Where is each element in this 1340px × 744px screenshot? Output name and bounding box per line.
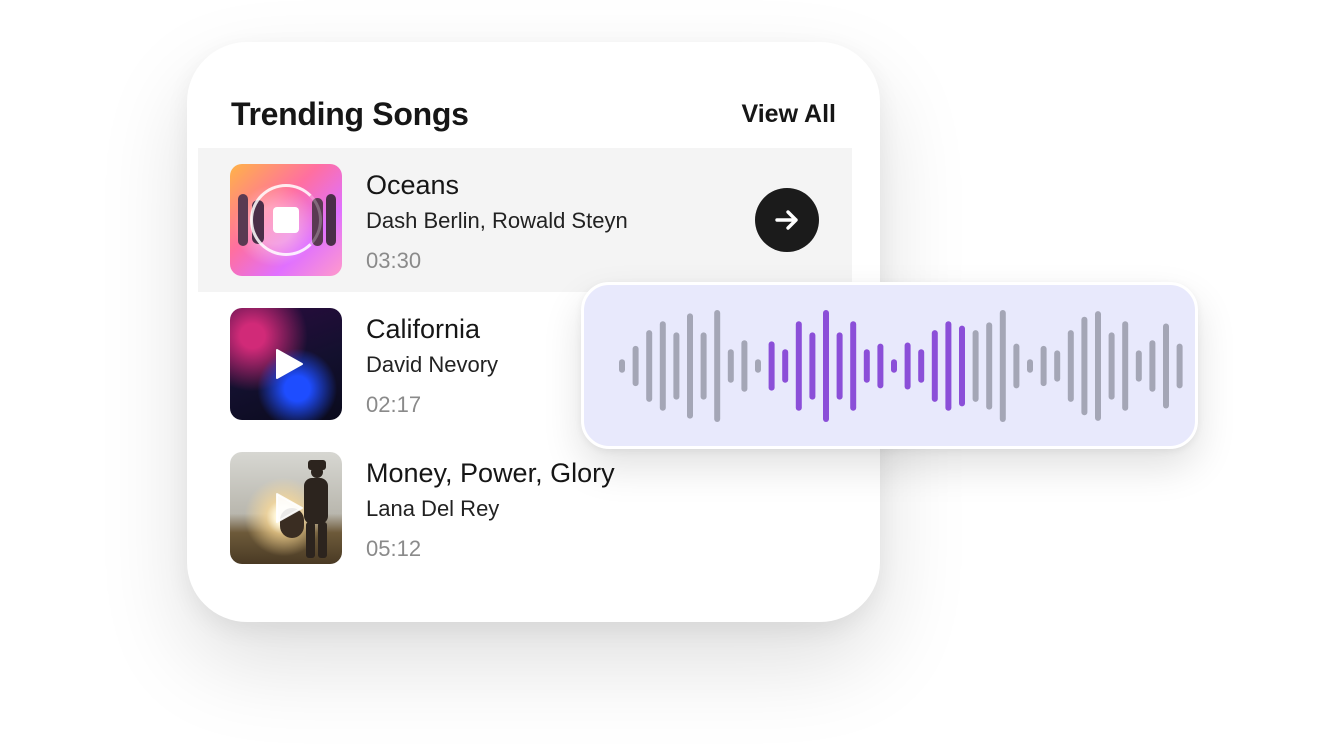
waveform-bar: [850, 321, 857, 411]
waveform-bar: [986, 322, 993, 410]
waveform-bar: [687, 313, 693, 419]
waveform-bar: [836, 332, 843, 400]
waveform-bar: [1176, 343, 1183, 389]
song-duration: 05:12: [366, 536, 422, 561]
song-row[interactable]: Money, Power, Glory Lana Del Rey 05:12: [198, 436, 852, 580]
waveform-bar: [700, 332, 707, 400]
waveform-bar: [823, 310, 829, 422]
waveform-bar: [877, 343, 884, 389]
waveform-bar: [659, 321, 666, 411]
waveform-bar: [1067, 330, 1074, 402]
song-artist: David Nevory: [366, 352, 499, 377]
album-art: [230, 308, 342, 420]
waveform-bar: [795, 321, 802, 411]
waveform-bar: [1054, 350, 1061, 382]
card-header: Trending Songs View All: [231, 94, 836, 134]
waveform-bar: [1149, 340, 1156, 392]
song-title: Money, Power, Glory: [366, 458, 615, 488]
waveform-bar: [714, 310, 721, 422]
waveform-bar: [1135, 350, 1142, 382]
song-title: California: [366, 314, 481, 344]
card-title: Trending Songs: [231, 95, 469, 132]
waveform-bar: [809, 332, 816, 400]
song-artist: Dash Berlin, Rowald Steyn: [366, 208, 628, 233]
waveform-bar: [1081, 316, 1088, 416]
waveform-bar: [863, 349, 870, 383]
waveform-bar: [741, 340, 748, 392]
waveform-bar: [945, 321, 952, 411]
stage: Trending Songs View All Oceans Dash Berl…: [0, 0, 1340, 744]
waveform-bar: [646, 330, 653, 402]
waveform-bar: [1013, 343, 1020, 389]
stop-icon[interactable]: [273, 207, 299, 233]
song-artist: Lana Del Rey: [366, 496, 500, 521]
waveform-bar: [768, 341, 775, 391]
waveform-bar: [1108, 332, 1115, 400]
waveform-bar: [673, 332, 680, 400]
waveform-bar: [999, 310, 1006, 422]
view-all-link[interactable]: View All: [742, 100, 836, 129]
waveform-bar: [782, 349, 789, 383]
waveform-bar: [1040, 345, 1047, 387]
open-song-button[interactable]: [755, 188, 819, 252]
play-icon[interactable]: [274, 492, 304, 524]
song-title: Oceans: [366, 170, 460, 200]
album-art: [230, 452, 342, 564]
waveform-card: [581, 282, 1198, 449]
album-art: [230, 164, 342, 276]
waveform-bar: [931, 330, 938, 402]
waveform-bar: [904, 342, 911, 390]
song-duration: 02:17: [366, 392, 422, 417]
song-duration: 03:30: [366, 248, 422, 273]
waveform-bar: [1163, 323, 1169, 409]
arrow-right-icon: [775, 210, 798, 230]
waveform-bar: [727, 349, 734, 383]
waveform-bar: [1027, 359, 1033, 373]
song-row[interactable]: Oceans Dash Berlin, Rowald Steyn 03:30: [198, 148, 852, 292]
waveform-bar: [619, 359, 625, 373]
waveform-bar: [891, 359, 897, 373]
audio-waveform: [619, 310, 1183, 422]
waveform-bar: [1122, 321, 1129, 411]
waveform-bar: [1095, 311, 1101, 421]
waveform-bar: [918, 349, 925, 383]
play-icon[interactable]: [274, 348, 304, 380]
waveform-bar: [632, 345, 639, 387]
waveform-bar: [959, 325, 965, 407]
waveform-bar: [972, 330, 979, 402]
waveform-bar: [755, 359, 761, 373]
